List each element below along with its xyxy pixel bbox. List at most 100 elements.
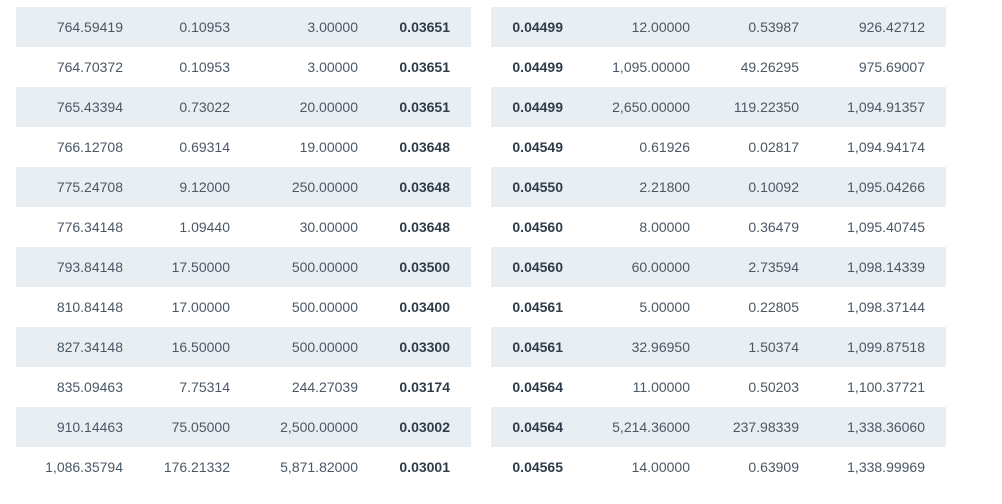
ask-row[interactable]: 0.04560 60.00000 2.73594 1,098.14339 [491,247,946,287]
bid-row-cell: 764.70372 [56,59,123,75]
ask-row[interactable]: 0.04561 5.00000 0.22805 1,098.37144 [491,287,946,327]
ask-row-cell: 1,338.99969 [847,459,925,475]
ask-row-cell: 8.00000 [639,219,690,235]
bid-row-cell: 0.03300 [399,339,450,355]
ask-row-cell: 1,338.36060 [847,419,925,435]
ask-row-cell: 0.02817 [748,139,799,155]
bid-row-cell: 7.75314 [179,379,230,395]
ask-row[interactable]: 0.04499 12.00000 0.53987 926.42712 [491,7,946,47]
bid-row-cell: 19.00000 [299,139,358,155]
ask-row-cell: 2.21800 [639,179,690,195]
ask-row-cell: 2,650.00000 [612,99,690,115]
bid-row-cell: 3.00000 [307,59,358,75]
bid-row-cell: 1,086.35794 [45,459,123,475]
bid-row[interactable]: 910.14463 75.05000 2,500.00000 0.03002 [16,407,471,447]
ask-row-cell: 1,095.04266 [847,179,925,195]
bid-row[interactable]: 764.59419 0.10953 3.00000 0.03651 [16,7,471,47]
ask-row-cell: 0.36479 [748,219,799,235]
bid-row-cell: 0.03174 [399,379,450,395]
ask-row-cell: 0.10092 [748,179,799,195]
bid-row[interactable]: 793.84148 17.50000 500.00000 0.03500 [16,247,471,287]
bid-row-cell: 0.03648 [399,139,450,155]
bid-row-cell: 16.50000 [171,339,230,355]
ask-row-cell: 5.00000 [639,299,690,315]
ask-row-cell: 1,098.37144 [847,299,925,315]
bid-row[interactable]: 775.24708 9.12000 250.00000 0.03648 [16,167,471,207]
bid-row-cell: 500.00000 [291,339,358,355]
ask-row-cell: 1,094.91357 [847,99,925,115]
ask-row-cell: 1,099.87518 [847,339,925,355]
bid-row-cell: 0.03648 [399,179,450,195]
ask-row[interactable]: 0.04561 32.96950 1.50374 1,099.87518 [491,327,946,367]
bid-row-cell: 766.12708 [56,139,123,155]
bid-row-cell: 0.73022 [179,99,230,115]
ask-row-cell: 0.63909 [748,459,799,475]
bid-row[interactable]: 765.43394 0.73022 20.00000 0.03651 [16,87,471,127]
ask-row-cell: 0.04499 [512,99,563,115]
bid-row-cell: 5,871.82000 [280,459,358,475]
ask-row[interactable]: 0.04499 2,650.00000 119.22350 1,094.91357 [491,87,946,127]
bid-row-cell: 0.03001 [399,459,450,475]
ask-row-cell: 975.69007 [858,59,925,75]
ask-row-cell: 49.26295 [740,59,799,75]
ask-row-cell: 32.96950 [631,339,690,355]
ask-row-cell: 1,100.37721 [847,379,925,395]
ask-row-cell: 0.04499 [512,59,563,75]
bid-row-cell: 500.00000 [291,299,358,315]
ask-row-cell: 0.50203 [748,379,799,395]
bid-row[interactable]: 1,086.35794 176.21332 5,871.82000 0.03001 [16,447,471,487]
bid-row[interactable]: 810.84148 17.00000 500.00000 0.03400 [16,287,471,327]
bid-row-cell: 765.43394 [56,99,123,115]
ask-row-cell: 12.00000 [631,19,690,35]
bid-row-cell: 0.03648 [399,219,450,235]
ask-row-cell: 5,214.36000 [612,419,690,435]
ask-row-cell: 0.04565 [512,459,563,475]
ask-row-cell: 11.00000 [632,379,690,395]
ask-row-cell: 926.42712 [858,19,925,35]
bid-row-cell: 17.00000 [171,299,230,315]
bid-row[interactable]: 766.12708 0.69314 19.00000 0.03648 [16,127,471,167]
bid-row-cell: 3.00000 [307,19,358,35]
ask-row-cell: 1,098.14339 [847,259,925,275]
bid-row[interactable]: 776.34148 1.09440 30.00000 0.03648 [16,207,471,247]
ask-row-cell: 0.04499 [512,19,563,35]
ask-row[interactable]: 0.04560 8.00000 0.36479 1,095.40745 [491,207,946,247]
ask-row[interactable]: 0.04564 11.00000 0.50203 1,100.37721 [491,367,946,407]
bid-row-cell: 0.03500 [399,259,450,275]
bid-row-cell: 9.12000 [179,179,230,195]
ask-row-cell: 0.04560 [512,259,563,275]
bid-row-cell: 764.59419 [56,19,123,35]
ask-row[interactable]: 0.04565 14.00000 0.63909 1,338.99969 [491,447,946,487]
ask-row[interactable]: 0.04550 2.21800 0.10092 1,095.04266 [491,167,946,207]
order-book: 764.59419 0.10953 3.00000 0.03651 764.70372 0… [0,0,1002,504]
ask-row-cell: 60.00000 [631,259,690,275]
ask-row-cell: 0.04564 [512,419,563,435]
ask-row-cell: 1,094.94174 [847,139,925,155]
asks-table: 0.04499 12.00000 0.53987 926.42712 0.04499 1,… [491,7,946,487]
bid-row-cell: 1.09440 [179,219,230,235]
bid-row-cell: 500.00000 [291,259,358,275]
ask-row-cell: 0.04561 [512,299,563,315]
bid-row-cell: 0.69314 [179,139,230,155]
bid-row-cell: 0.03002 [399,419,450,435]
ask-row[interactable]: 0.04549 0.61926 0.02817 1,094.94174 [491,127,946,167]
bid-row[interactable]: 764.70372 0.10953 3.00000 0.03651 [16,47,471,87]
bid-row[interactable]: 827.34148 16.50000 500.00000 0.03300 [16,327,471,367]
ask-row-cell: 0.61926 [639,139,690,155]
ask-row-cell: 0.04549 [512,139,563,155]
ask-row-cell: 1.50374 [748,339,799,355]
ask-row-cell: 0.04561 [512,339,563,355]
ask-row[interactable]: 0.04499 1,095.00000 49.26295 975.69007 [491,47,946,87]
ask-row-cell: 119.22350 [733,99,799,115]
ask-row-cell: 237.98339 [732,419,799,435]
ask-row-cell: 2.73594 [748,259,799,275]
bid-row[interactable]: 835.09463 7.75314 244.27039 0.03174 [16,367,471,407]
ask-row-cell: 1,095.00000 [612,59,690,75]
bid-row-cell: 0.03651 [399,19,450,35]
ask-row-cell: 0.04560 [512,219,563,235]
bid-row-cell: 30.00000 [299,219,358,235]
bid-row-cell: 244.27039 [291,379,358,395]
bid-row-cell: 176.21332 [163,459,230,475]
bid-row-cell: 17.50000 [171,259,230,275]
ask-row[interactable]: 0.04564 5,214.36000 237.98339 1,338.36060 [491,407,946,447]
